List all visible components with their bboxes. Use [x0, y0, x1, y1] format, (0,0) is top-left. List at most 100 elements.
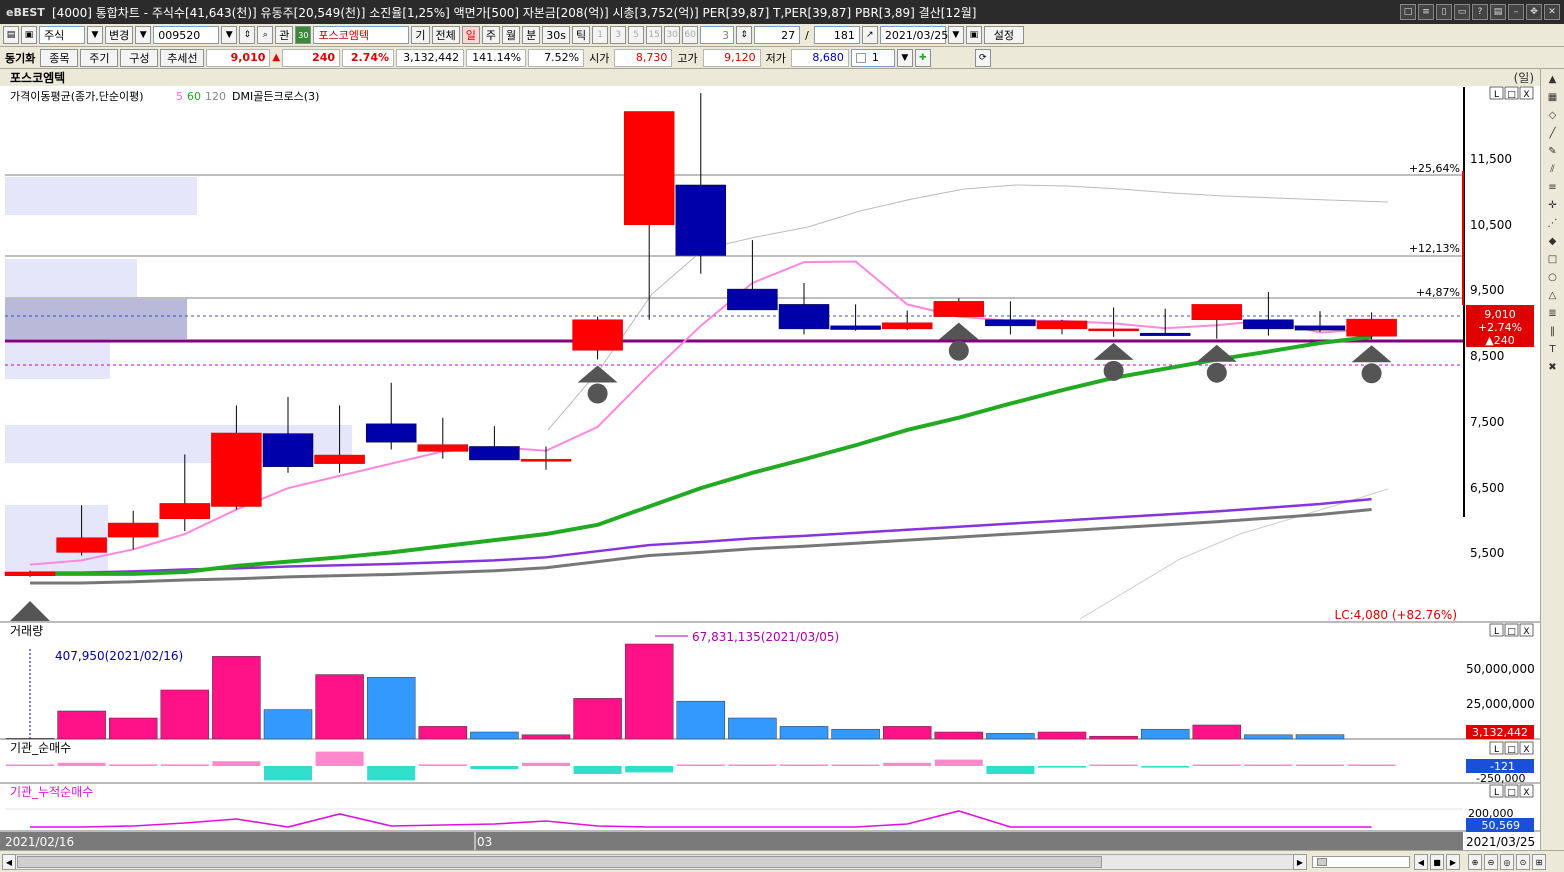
- zoom-slider-thumb[interactable]: [1317, 858, 1327, 866]
- period-day-tab[interactable]: 일: [461, 26, 480, 44]
- eraser-icon[interactable]: ◇: [1545, 107, 1561, 123]
- volume-max-label: 67,831,135(2021/03/05): [692, 630, 839, 644]
- main-toolbar: ▤ ▣ 주식 ▼ 변경 ▼ 009520 ▼ ⇕ ⌕ 관 30 포스코엠텍 기 …: [0, 24, 1564, 47]
- compose-button[interactable]: 구성: [120, 48, 159, 67]
- code-spinner-icon[interactable]: ⇕: [239, 26, 256, 44]
- market-type-select[interactable]: 주식: [39, 26, 85, 44]
- n-value-input[interactable]: 3: [700, 26, 735, 44]
- volume-profile-bar: [5, 259, 137, 297]
- close-icon[interactable]: ✕: [1544, 4, 1560, 20]
- prev-page-icon[interactable]: ◀: [1414, 854, 1428, 870]
- candle-body: [417, 444, 469, 452]
- page-total-input[interactable]: 181: [813, 26, 860, 44]
- window-icon[interactable]: ▣: [21, 26, 37, 44]
- triangle-tool-icon[interactable]: △: [1545, 287, 1561, 303]
- chart-type-icon[interactable]: ▤: [3, 26, 19, 44]
- stock-chart[interactable]: 11,500 10,500 9,500 8,500 7,500 6,500 5,500 9,0…: [0, 69, 1540, 850]
- delete-tool-icon[interactable]: ✖: [1545, 359, 1561, 375]
- gi-button[interactable]: 기: [411, 26, 430, 44]
- candle-body: [262, 433, 314, 467]
- zoom-slider[interactable]: [1312, 856, 1410, 868]
- min-5-button[interactable]: 5: [628, 26, 645, 44]
- date-dropdown-icon[interactable]: ▼: [947, 26, 964, 44]
- candle-body: [4, 571, 56, 576]
- link-icon[interactable]: □: [1400, 4, 1416, 20]
- ellipse-tool-icon[interactable]: ○: [1545, 269, 1561, 285]
- cross-tool-icon[interactable]: ✛: [1545, 197, 1561, 213]
- sync-period-button[interactable]: 주기: [80, 48, 119, 67]
- count-dropdown-icon[interactable]: ▼: [896, 48, 913, 67]
- line-tool-icon[interactable]: ╱: [1545, 125, 1561, 141]
- min-3-button[interactable]: 3: [610, 26, 627, 44]
- change-dropdown-icon[interactable]: ▼: [135, 26, 152, 44]
- sector-icon[interactable]: 30: [295, 26, 312, 44]
- add-icon[interactable]: ✚: [914, 48, 931, 67]
- min-1-button[interactable]: 1: [592, 26, 609, 44]
- chart-area[interactable]: 포스코엠텍 (일) 11,500 10,500 9,500 8,500 7,500 6,5…: [0, 69, 1540, 850]
- count-select[interactable]: 1: [850, 48, 895, 67]
- all-button[interactable]: 전체: [431, 26, 460, 44]
- search-icon[interactable]: ⌕: [257, 26, 274, 44]
- rectangle-tool-icon[interactable]: □: [1545, 251, 1561, 267]
- candle-body: [985, 319, 1036, 327]
- code-dropdown-icon[interactable]: ▼: [221, 26, 238, 44]
- date-input[interactable]: 2021/03/25: [879, 26, 948, 44]
- stop-icon[interactable]: ■: [1430, 854, 1444, 870]
- save-icon[interactable]: ▣: [965, 26, 982, 44]
- fan-tool-icon[interactable]: ⋰: [1545, 215, 1561, 231]
- fib-tool-icon[interactable]: ≡: [1545, 179, 1561, 195]
- note-icon[interactable]: ▭: [1454, 4, 1470, 20]
- gann-tool-icon[interactable]: ≣: [1545, 305, 1561, 321]
- stock-name-field[interactable]: 포스코엠텍: [313, 26, 410, 44]
- turnover-ratio: 7.52%: [528, 48, 585, 67]
- maximize-icon[interactable]: ✥: [1526, 4, 1542, 20]
- candle-body: [727, 288, 778, 311]
- print-icon[interactable]: ▤: [1490, 4, 1506, 20]
- related-button[interactable]: 관: [275, 26, 294, 44]
- minimize-icon[interactable]: –: [1508, 4, 1524, 20]
- pen-tool-icon[interactable]: ✎: [1545, 143, 1561, 159]
- next-page-icon[interactable]: ▶: [1446, 854, 1460, 870]
- horizontal-scrollbar[interactable]: ◀ ▶: [2, 854, 1307, 870]
- period-month-tab[interactable]: 월: [502, 26, 521, 44]
- fullscreen-icon[interactable]: ⊞: [1532, 854, 1546, 870]
- zoom-out-icon[interactable]: ⊖: [1484, 854, 1498, 870]
- n-spinner-icon[interactable]: ⇕: [736, 26, 753, 44]
- settings-button[interactable]: 설정: [983, 26, 1024, 44]
- period-tick-tab[interactable]: 틱: [571, 26, 591, 44]
- period-30s-tab[interactable]: 30s: [542, 26, 570, 44]
- sync-stock-button[interactable]: 종목: [40, 48, 79, 67]
- page-current-input[interactable]: 27: [754, 26, 801, 44]
- pin-icon[interactable]: ≡: [1418, 4, 1434, 20]
- refresh-icon[interactable]: ⟳: [974, 48, 991, 67]
- zoom-in-icon[interactable]: ⊕: [1468, 854, 1482, 870]
- channel-tool-icon[interactable]: ⫽: [1545, 161, 1561, 177]
- text-tool-icon[interactable]: T: [1545, 341, 1561, 357]
- price-change-pct: 2.74%: [342, 48, 395, 67]
- tile-icon[interactable]: ▯: [1436, 4, 1452, 20]
- period-minute-tab[interactable]: 분: [522, 26, 541, 44]
- stock-code-input[interactable]: 009520: [153, 26, 220, 44]
- zoom-reset-icon[interactable]: ◎: [1500, 854, 1514, 870]
- zoom-fit-icon[interactable]: ⊙: [1516, 854, 1530, 870]
- change-button[interactable]: 변경: [105, 26, 134, 44]
- scroll-thumb[interactable]: [17, 856, 1102, 868]
- scroll-left-icon[interactable]: ◀: [2, 854, 16, 870]
- period-week-tab[interactable]: 주: [481, 26, 500, 44]
- checkbox-icon[interactable]: [855, 52, 866, 63]
- volume-bar: [470, 731, 519, 740]
- scroll-right-icon[interactable]: ▶: [1293, 854, 1307, 870]
- min-30-button[interactable]: 30: [664, 26, 681, 44]
- min-15-button[interactable]: 15: [646, 26, 663, 44]
- help-icon[interactable]: ?: [1472, 4, 1488, 20]
- marker-tool-icon[interactable]: ◆: [1545, 233, 1561, 249]
- select-all-icon[interactable]: ▦: [1545, 89, 1561, 105]
- volume-bar: [676, 700, 726, 740]
- market-type-dropdown-icon[interactable]: ▼: [87, 26, 103, 44]
- scroll-up-icon[interactable]: ▲: [1545, 71, 1561, 87]
- cycle-tool-icon[interactable]: ‖: [1545, 323, 1561, 339]
- trendline-button[interactable]: 추세선: [160, 48, 205, 67]
- min-60-button[interactable]: 60: [682, 26, 699, 44]
- chart-mode-icon[interactable]: ↗: [861, 26, 878, 44]
- cum-last-value: 50,569: [1482, 819, 1521, 832]
